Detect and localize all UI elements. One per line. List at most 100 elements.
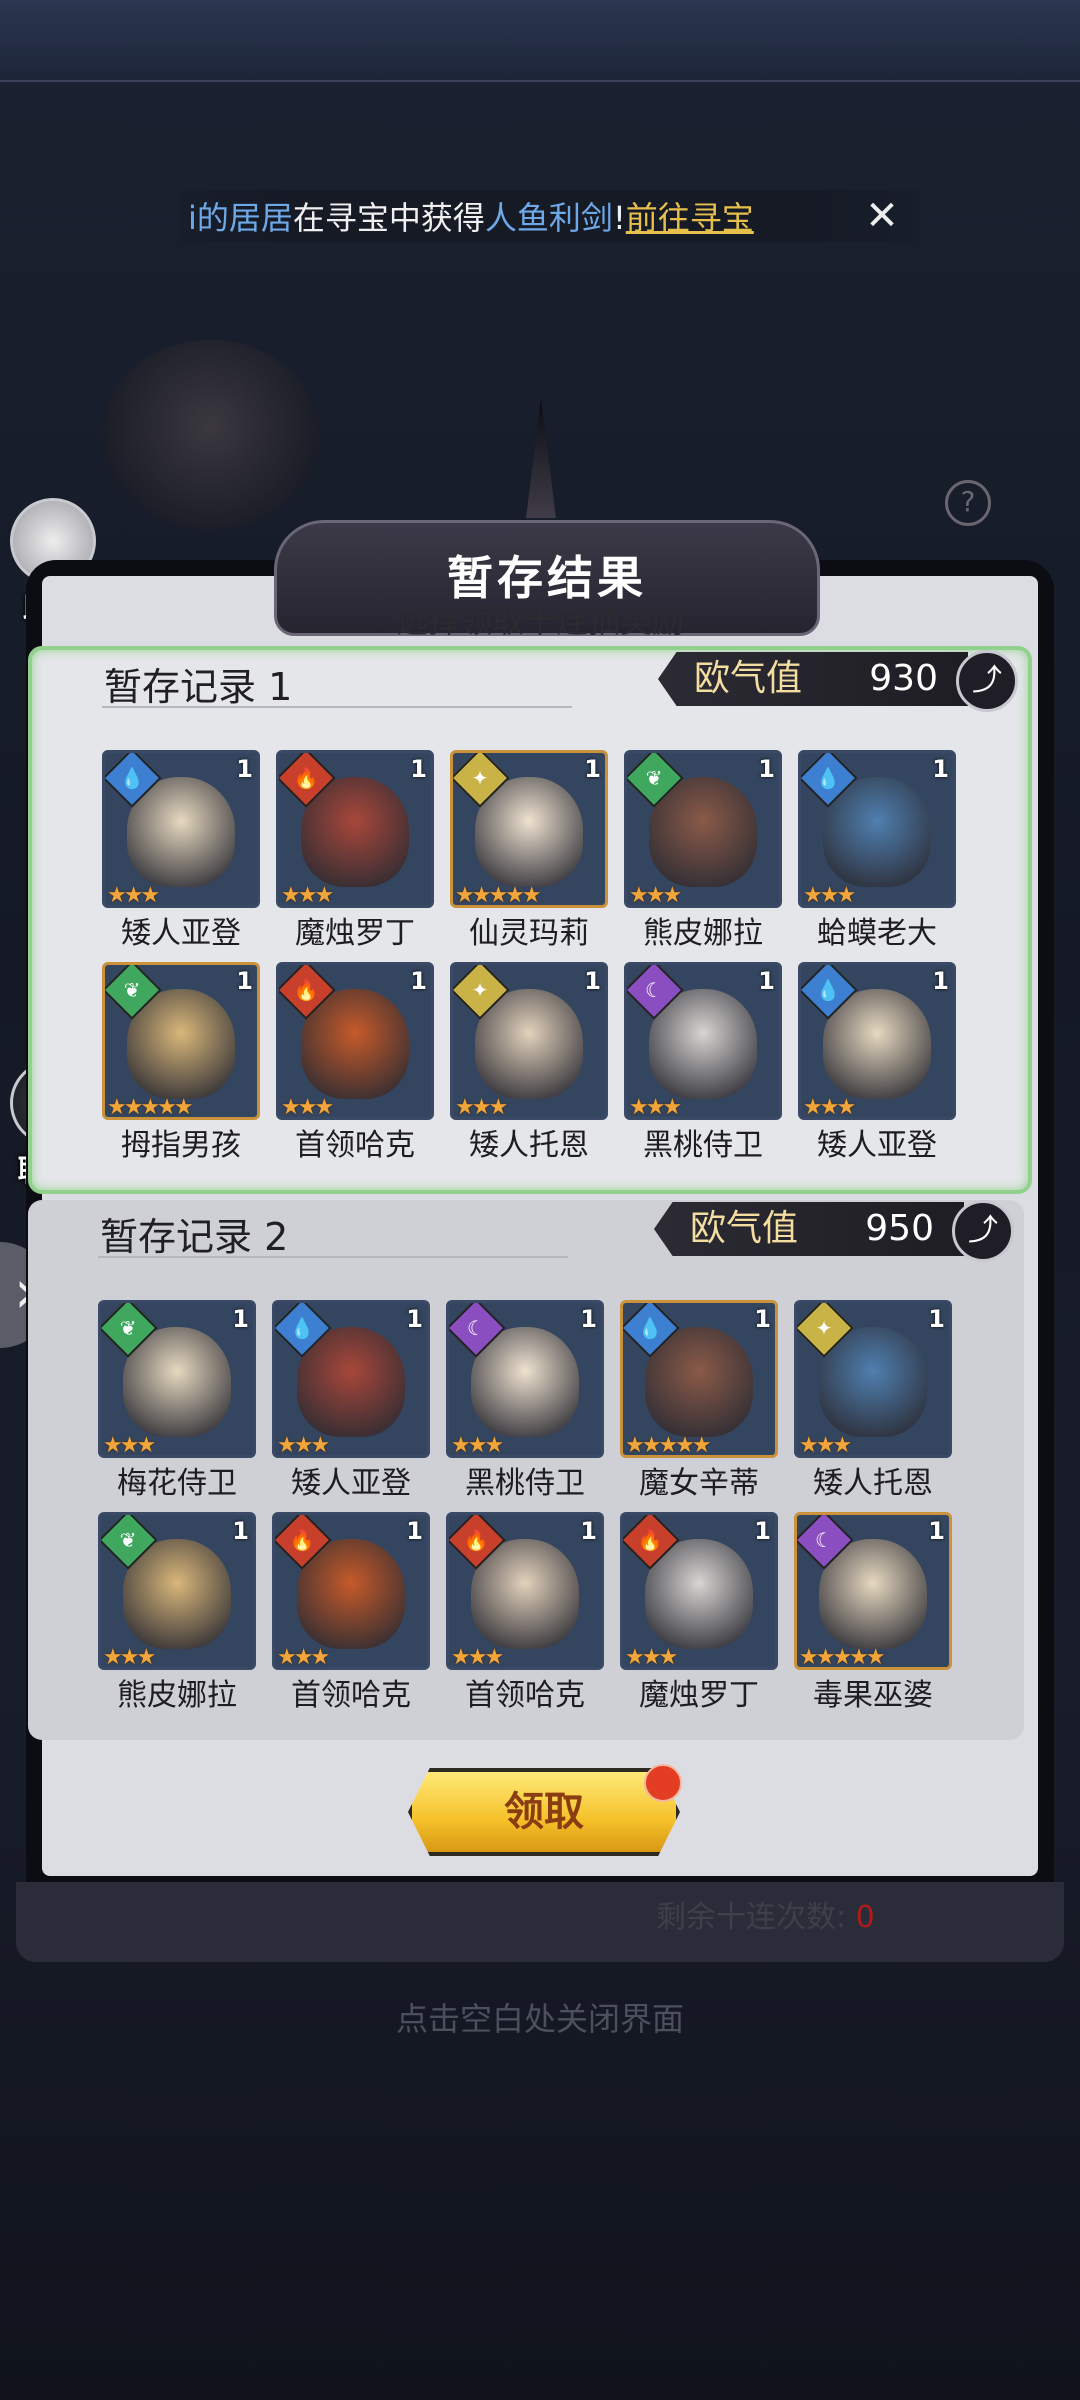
ticker-link[interactable]: 前往寻宝 (626, 199, 754, 237)
hero-portrait: ☾ 1 ★★★ (446, 1300, 604, 1458)
hero-level: 1 (410, 967, 427, 995)
hero-card[interactable]: ❦ 1 ★★★ 熊皮娜拉 (624, 750, 782, 951)
record-title: 暂存记录 2 (100, 1215, 289, 1259)
hero-card[interactable]: ☾ 1 ★★★★★ 毒果巫婆 (794, 1512, 952, 1713)
star-rating: ★★★ (107, 883, 160, 908)
star-rating: ★★★ (281, 1095, 334, 1120)
hero-level: 1 (584, 755, 601, 783)
hero-portrait: 🔥 1 ★★★ (272, 1512, 430, 1670)
hero-name: 熊皮娜拉 (117, 1678, 237, 1713)
hero-name: 毒果巫婆 (813, 1678, 933, 1713)
title-ornament (526, 398, 556, 518)
hero-level: 1 (232, 1305, 249, 1333)
hero-card[interactable]: 🔥 1 ★★★ 首领哈克 (272, 1512, 430, 1713)
hero-card[interactable]: 🔥 1 ★★★ 魔烛罗丁 (620, 1512, 778, 1713)
hero-card[interactable]: ❦ 1 ★★★★★ 拇指男孩 (102, 962, 260, 1163)
hero-card[interactable]: ✦ 1 ★★★★★ 仙灵玛莉 (450, 750, 608, 951)
hero-card[interactable]: 💧 1 ★★★★★ 魔女辛蒂 (620, 1300, 778, 1501)
share-icon[interactable]: ⤴ (956, 650, 1018, 712)
hero-card[interactable]: 🔥 1 ★★★ 魔烛罗丁 (276, 750, 434, 951)
star-rating: ★★★ (625, 1645, 678, 1670)
hero-name: 首领哈克 (291, 1678, 411, 1713)
hero-name: 黑桃侍卫 (465, 1466, 585, 1501)
hero-level: 1 (232, 1517, 249, 1545)
hero-level: 1 (584, 967, 601, 995)
remaining-bar (16, 1882, 1064, 1962)
hero-card[interactable]: ❦ 1 ★★★ 梅花侍卫 (98, 1300, 256, 1501)
hero-name: 首领哈克 (465, 1678, 585, 1713)
hero-portrait: 💧 1 ★★★ (272, 1300, 430, 1458)
record-divider (98, 1256, 568, 1258)
hero-name: 魔女辛蒂 (639, 1466, 759, 1501)
hero-level: 1 (580, 1305, 597, 1333)
star-rating: ★★★★★ (799, 1645, 886, 1670)
hero-level: 1 (580, 1517, 597, 1545)
hero-card[interactable]: 💧 1 ★★★ 蛤蟆老大 (798, 750, 956, 951)
hero-level: 1 (932, 967, 949, 995)
hero-name: 熊皮娜拉 (643, 916, 763, 951)
hero-portrait: ❦ 1 ★★★★★ (102, 962, 260, 1120)
hero-portrait: 🔥 1 ★★★ (276, 962, 434, 1120)
hero-portrait: ✦ 1 ★★★ (794, 1300, 952, 1458)
hero-card[interactable]: 💧 1 ★★★ 矮人亚登 (272, 1300, 430, 1501)
hero-portrait: 💧 1 ★★★ (798, 750, 956, 908)
star-rating: ★★★ (455, 1095, 508, 1120)
hero-card[interactable]: 🔥 1 ★★★ 首领哈克 (276, 962, 434, 1163)
hero-level: 1 (754, 1517, 771, 1545)
hero-card[interactable]: ☾ 1 ★★★ 黑桃侍卫 (446, 1300, 604, 1501)
star-rating: ★★★ (803, 1095, 856, 1120)
hero-portrait: 🔥 1 ★★★ (446, 1512, 604, 1670)
hero-name: 魔烛罗丁 (295, 916, 415, 951)
star-rating: ★★★★★ (107, 1095, 194, 1120)
luck-value-plate: 欧气值 930 (658, 652, 968, 706)
hero-name: 仙灵玛莉 (469, 916, 589, 951)
hero-portrait: 💧 1 ★★★★★ (620, 1300, 778, 1458)
hero-portrait: 🔥 1 ★★★ (620, 1512, 778, 1670)
hero-card[interactable]: 💧 1 ★★★ 矮人亚登 (102, 750, 260, 951)
claim-notification-dot (644, 1764, 682, 1802)
hero-card[interactable]: ❦ 1 ★★★ 熊皮娜拉 (98, 1512, 256, 1713)
hero-card[interactable]: 🔥 1 ★★★ 首领哈克 (446, 1512, 604, 1713)
broadcast-ticker: i的居居在寻宝中获得人鱼利剑!前往寻宝 ✕ (180, 190, 920, 242)
record-title: 暂存记录 1 (104, 665, 293, 709)
hero-card[interactable]: ✦ 1 ★★★ 矮人托恩 (450, 962, 608, 1163)
hero-grid: 💧 1 ★★★ 矮人亚登 🔥 1 ★★★ 魔烛罗丁 ✦ 1 ★★★★★ 仙灵玛莉 ❦ 1 ★★★ 熊皮娜拉 💧 1… (102, 750, 956, 1163)
hero-level: 1 (754, 1305, 771, 1333)
hero-name: 魔烛罗丁 (639, 1678, 759, 1713)
hero-card[interactable]: ☾ 1 ★★★ 黑桃侍卫 (624, 962, 782, 1163)
hero-portrait: ✦ 1 ★★★ (450, 962, 608, 1120)
hero-portrait: ☾ 1 ★★★ (624, 962, 782, 1120)
hero-portrait: ❦ 1 ★★★ (98, 1512, 256, 1670)
record-1[interactable]: 暂存记录 1 欧气值 930 ⤴ 💧 1 ★★★ 矮人亚登 🔥 1 ★★★ 魔烛罗丁 ✦ 1 ★★★★★ 仙灵… (28, 646, 1032, 1194)
hero-name: 首领哈克 (295, 1128, 415, 1163)
hero-level: 1 (236, 755, 253, 783)
hero-portrait: ☾ 1 ★★★★★ (794, 1512, 952, 1670)
ticker-text-2: ! (612, 199, 626, 237)
hero-level: 1 (932, 755, 949, 783)
share-icon[interactable]: ⤴ (952, 1200, 1014, 1262)
luck-value: 950 (865, 1208, 934, 1249)
star-rating: ★★★ (451, 1645, 504, 1670)
ticker-text: i的居居在寻宝中获得人鱼利剑!前往寻宝 (188, 193, 754, 239)
hero-portrait: ✦ 1 ★★★★★ (450, 750, 608, 908)
hero-level: 1 (758, 755, 775, 783)
hero-card[interactable]: ✦ 1 ★★★ 矮人托恩 (794, 1300, 952, 1501)
star-rating: ★★★ (629, 1095, 682, 1120)
hero-card[interactable]: 💧 1 ★★★ 矮人亚登 (798, 962, 956, 1163)
star-rating: ★★★ (277, 1433, 330, 1458)
panel-subtitle: 选择领取十连抽奖励 (395, 602, 684, 640)
remaining-value: 0 (855, 1900, 875, 1935)
luck-value-plate: 欧气值 950 (654, 1202, 964, 1256)
record-2[interactable]: 暂存记录 2 欧气值 950 ⤴ ❦ 1 ★★★ 梅花侍卫 💧 1 ★★★ 矮人亚登 ☾ 1 ★★★ 黑桃侍卫… (28, 1200, 1024, 1740)
hero-level: 1 (928, 1517, 945, 1545)
top-decoration-bar (0, 0, 1080, 82)
star-rating: ★★★ (803, 883, 856, 908)
claim-button[interactable]: 领取 (408, 1768, 680, 1856)
hero-portrait: ❦ 1 ★★★ (624, 750, 782, 908)
close-hint: 点击空白处关闭界面 (395, 2000, 684, 2038)
remaining-draws: 剩余十连次数: 0 (656, 1892, 875, 1936)
close-x-icon[interactable]: ✕ (862, 196, 902, 236)
star-rating: ★★★ (451, 1433, 504, 1458)
remaining-label: 剩余十连次数: (656, 1900, 847, 1935)
hero-level: 1 (758, 967, 775, 995)
